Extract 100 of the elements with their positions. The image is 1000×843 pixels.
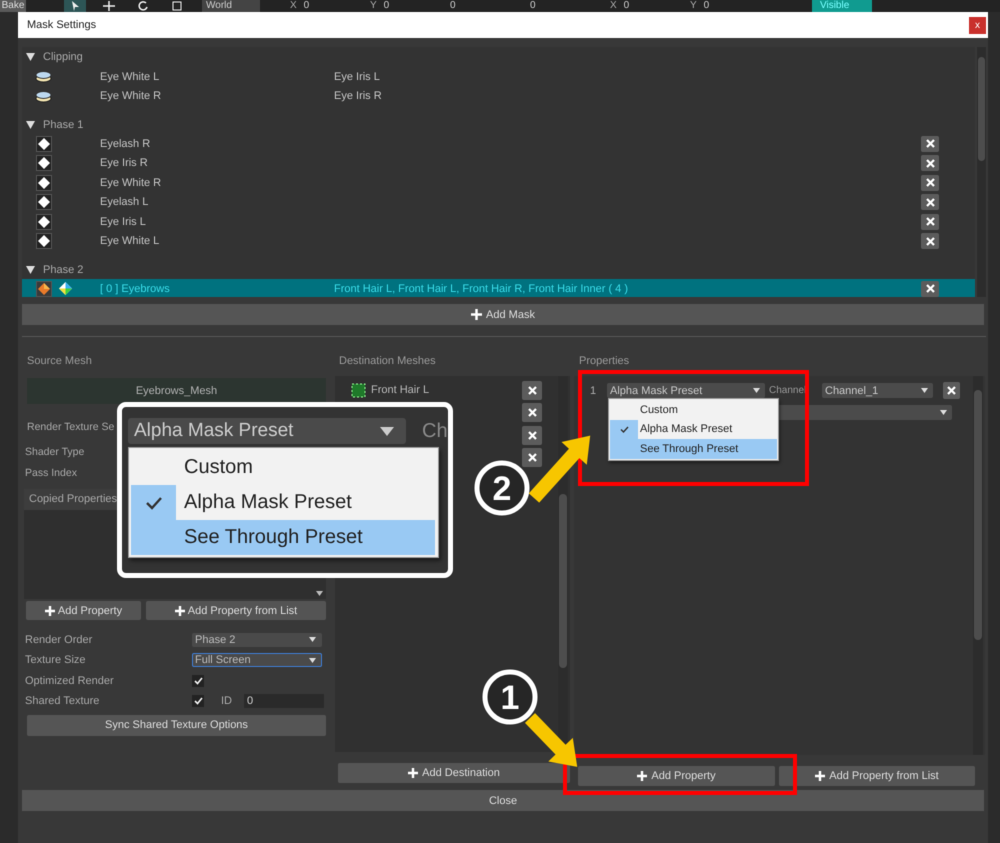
mask-row[interactable]: Eye Iris L	[22, 212, 975, 232]
value-field[interactable]: 0	[704, 0, 710, 12]
plus-icon	[408, 768, 418, 778]
remove-button[interactable]	[522, 426, 542, 445]
mesh-icon	[351, 382, 366, 398]
menu-item[interactable]: Custom	[610, 400, 777, 420]
close-icon	[926, 236, 934, 246]
close-icon	[528, 453, 536, 462]
remove-button[interactable]	[921, 174, 939, 191]
channel-label: Ch	[422, 420, 448, 443]
scrollbar-thumb[interactable]	[559, 494, 567, 668]
option-dropdown[interactable]: Full Screen	[192, 653, 322, 667]
destination-name: Front Hair L	[371, 384, 430, 396]
add-property-button[interactable]: Add Property from List	[779, 766, 975, 786]
field-label: Shader Type	[24, 445, 84, 460]
checkbox[interactable]	[192, 674, 204, 686]
menu-item[interactable]: Custom	[131, 450, 435, 485]
mask-name: Eyelash R	[100, 138, 152, 150]
caret-icon	[921, 388, 928, 393]
remove-button[interactable]	[921, 214, 939, 230]
remove-button[interactable]	[943, 382, 960, 399]
scroll-down-icon[interactable]	[316, 591, 323, 596]
move-icon	[103, 1, 115, 11]
field-label: Pass Index	[24, 466, 77, 481]
mask-row[interactable]: Eye Iris R	[22, 154, 975, 173]
expand-arrow-icon[interactable]	[26, 53, 35, 61]
scrollbar[interactable]	[973, 376, 983, 755]
clipping-icon	[35, 70, 52, 84]
plus-icon	[637, 771, 648, 781]
option-label: Render Order	[25, 634, 94, 646]
preset-dropdown[interactable]: Alpha Mask Preset	[607, 383, 765, 398]
caret-icon	[309, 658, 316, 662]
close-icon	[926, 198, 934, 207]
mask-row[interactable]: Eye White L Eye Iris L	[22, 67, 975, 86]
value-field[interactable]: 0	[450, 0, 456, 12]
value-field[interactable]: 0	[304, 0, 310, 12]
mask-row[interactable]: Eye White R	[22, 173, 975, 192]
close-button[interactable]: Close	[22, 790, 984, 811]
close-button[interactable]: x	[969, 16, 986, 34]
check-icon	[144, 496, 162, 510]
close-icon	[926, 178, 934, 188]
remove-button[interactable]	[921, 155, 939, 172]
bake-button[interactable]: Bake	[0, 0, 26, 12]
id-field[interactable]: 0	[244, 694, 324, 708]
window-title: Mask Settings	[27, 19, 96, 31]
section-heading: Properties	[578, 354, 630, 369]
menu-item[interactable]: Alpha Mask Preset	[610, 420, 777, 439]
mask-row[interactable]: Eyelash R	[22, 134, 975, 154]
menu-item[interactable]: See Through Preset	[610, 439, 777, 458]
close-icon	[947, 386, 956, 395]
axis-label: Y	[690, 0, 697, 12]
close-icon	[926, 284, 934, 294]
select-tool-button[interactable]	[64, 0, 86, 12]
source-mesh-field[interactable]: Eyebrows_Mesh	[27, 378, 326, 404]
sync-button[interactable]: Sync Shared Texture Options	[27, 714, 326, 736]
mesh-icon	[36, 136, 52, 152]
preset-dropdown[interactable]: Alpha Mask Preset	[128, 418, 406, 444]
channel-dropdown[interactable]: Channel_1	[822, 383, 933, 398]
value-field[interactable]: 0	[530, 0, 536, 12]
mask-name: [ 0 ] Eyebrows	[100, 282, 171, 295]
mask-row[interactable]: Eye White R Eye Iris R	[22, 86, 975, 106]
value-field[interactable]: 0	[384, 0, 390, 12]
close-icon	[926, 158, 934, 168]
remove-button[interactable]	[522, 448, 542, 468]
option-label: Shared Texture	[25, 695, 100, 707]
add-property-button[interactable]: Add Property	[578, 766, 775, 786]
remove-button[interactable]	[522, 380, 542, 400]
property-index: 1	[590, 384, 598, 396]
mask-name: Eye White L	[100, 235, 160, 248]
mask-row[interactable]: Eye White L	[22, 232, 975, 251]
remove-button[interactable]	[921, 136, 939, 152]
mesh-icon	[36, 194, 52, 210]
axis-label: X	[290, 0, 297, 12]
remove-button[interactable]	[921, 194, 939, 210]
axis-label: Y	[370, 0, 377, 12]
caret-icon	[309, 637, 316, 642]
scrollbar[interactable]	[977, 47, 986, 297]
option-label: Texture Size	[25, 654, 87, 666]
mesh-icon	[36, 174, 52, 191]
group-label: Phase 2	[43, 264, 84, 276]
add-property-button[interactable]: Add Property	[26, 601, 141, 620]
expand-arrow-icon[interactable]	[26, 266, 35, 274]
space-dropdown[interactable]: World	[202, 0, 260, 12]
expand-arrow-icon[interactable]	[26, 120, 35, 128]
close-icon	[926, 217, 934, 226]
channel-label: Channel	[769, 385, 808, 396]
remove-button[interactable]	[522, 403, 542, 422]
option-dropdown[interactable]: Phase 2	[192, 632, 322, 646]
mask-row[interactable]: Eyelash L	[22, 192, 975, 212]
remove-button[interactable]	[921, 280, 939, 297]
group-label: Clipping	[43, 51, 83, 63]
add-property-button[interactable]: Add Property from List	[146, 601, 326, 620]
value-field[interactable]: 0	[624, 0, 630, 12]
add-mask-button[interactable]: Add Mask	[22, 304, 984, 325]
remove-button[interactable]	[921, 233, 939, 250]
section-heading: Destination Meshes	[338, 354, 437, 369]
caret-icon	[753, 388, 760, 393]
menu-item[interactable]: See Through Preset	[131, 520, 435, 555]
add-destination-button[interactable]: Add Destination	[338, 763, 570, 783]
checkbox[interactable]	[192, 695, 204, 707]
